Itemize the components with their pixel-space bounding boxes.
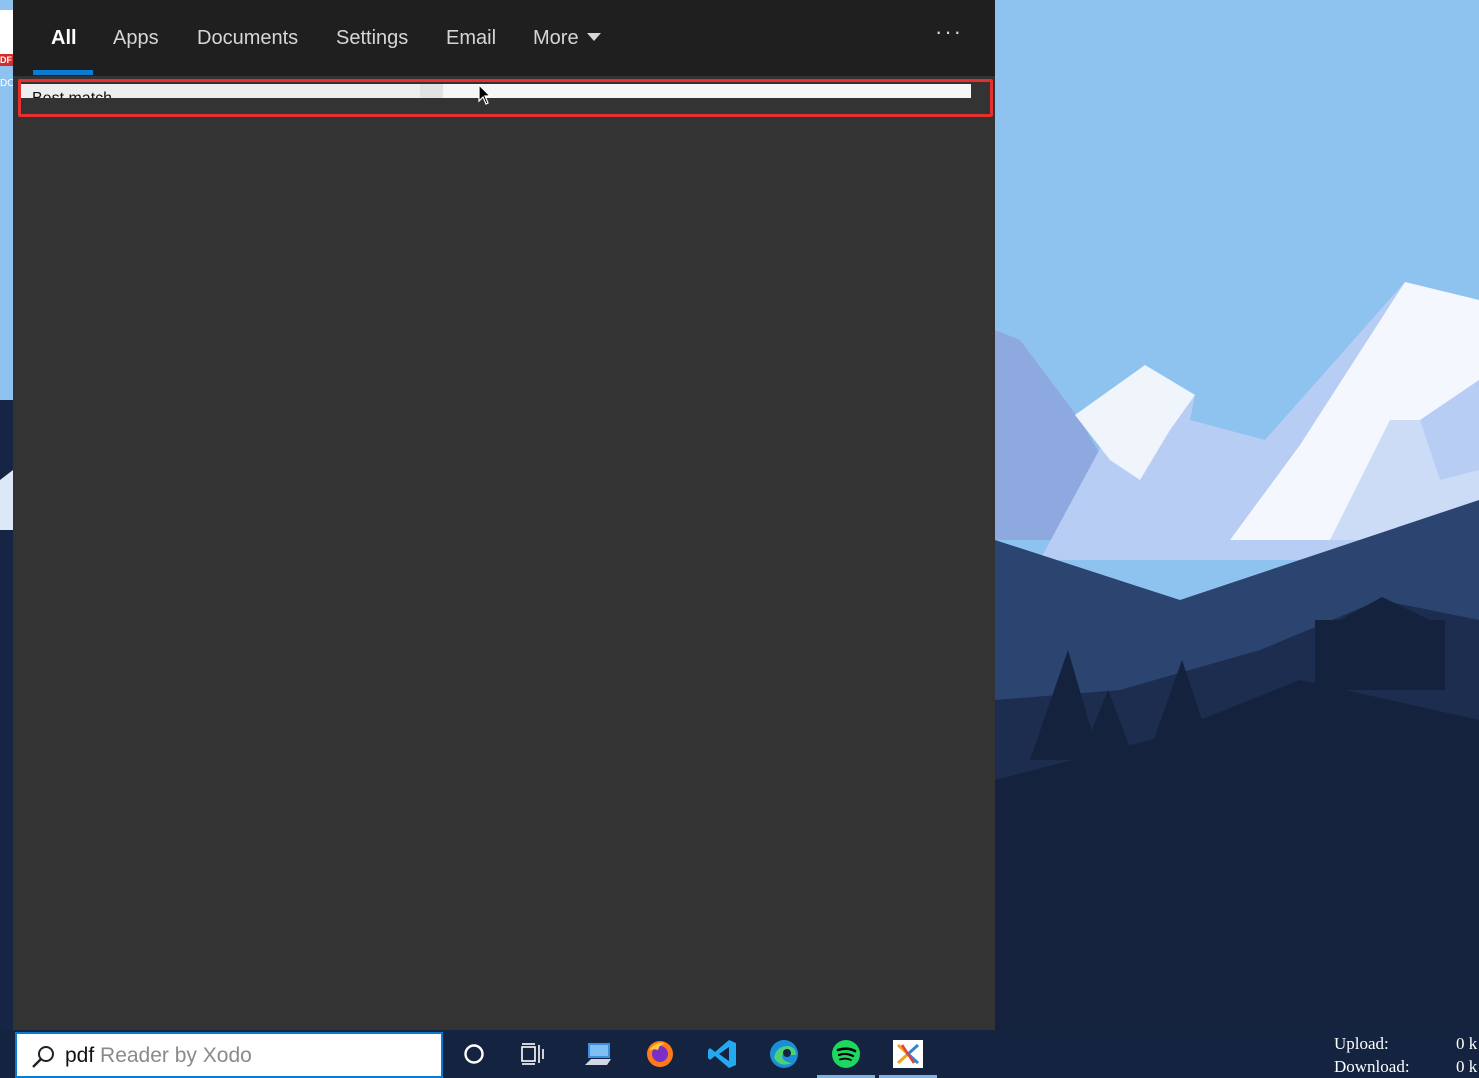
tab-all[interactable]: All	[51, 0, 77, 76]
search-suggestion-text: Reader by Xodo	[94, 1044, 252, 1067]
tab-more-label: More	[533, 27, 579, 49]
search-panel: All Apps Documents Settings Email More ·…	[13, 0, 995, 1030]
highlight-box	[18, 79, 993, 117]
tab-apps[interactable]: Apps	[113, 0, 159, 76]
tab-settings[interactable]: Settings	[336, 0, 408, 76]
net-download-label: Download:	[1334, 1057, 1410, 1076]
task-view-icon	[521, 1043, 544, 1065]
net-upload-label: Upload:	[1334, 1034, 1389, 1053]
desktop-icon-label: DO	[0, 78, 14, 89]
tab-documents[interactable]: Documents	[197, 0, 298, 76]
search-query: pdf Reader by Xodo	[65, 1044, 252, 1068]
tab-more[interactable]: More	[533, 0, 601, 76]
mouse-cursor-icon	[478, 84, 492, 105]
active-tab-indicator	[33, 70, 93, 75]
xodo-button[interactable]	[877, 1030, 939, 1078]
search-typed-text: pdf	[65, 1044, 95, 1067]
cortana-button[interactable]	[443, 1030, 505, 1078]
vscode-button[interactable]	[691, 1030, 753, 1078]
net-upload-value: 0 k	[1456, 1034, 1478, 1053]
caret-down-icon	[586, 33, 601, 41]
more-options-button[interactable]: ···	[929, 21, 969, 52]
search-icon	[32, 1046, 54, 1068]
search-results-area: Best match	[13, 76, 995, 117]
taskbar-search-input[interactable]: pdf Reader by Xodo	[15, 1032, 443, 1078]
this-pc-icon	[585, 1043, 611, 1065]
net-download-value: 0 k	[1456, 1057, 1478, 1076]
task-view-button[interactable]	[503, 1030, 565, 1078]
edge-button[interactable]	[753, 1030, 815, 1078]
taskbar: pdf Reader by Xodo Upload: Download: 0 k…	[0, 1030, 1479, 1078]
tab-email[interactable]: Email	[446, 0, 496, 76]
this-pc-button[interactable]	[567, 1030, 629, 1078]
search-tab-bar: All Apps Documents Settings Email More ·…	[13, 0, 995, 76]
spotify-icon	[832, 1040, 860, 1068]
pdf-tag: DF	[0, 54, 14, 66]
cortana-icon	[464, 1044, 484, 1064]
edge-icon	[770, 1040, 798, 1068]
firefox-icon	[647, 1041, 673, 1067]
spotify-button[interactable]	[815, 1030, 877, 1078]
firefox-button[interactable]	[629, 1030, 691, 1078]
vscode-icon	[708, 1040, 736, 1068]
xodo-icon	[893, 1040, 923, 1068]
desktop-pdf-shortcut-icon[interactable]: DF	[0, 10, 14, 66]
